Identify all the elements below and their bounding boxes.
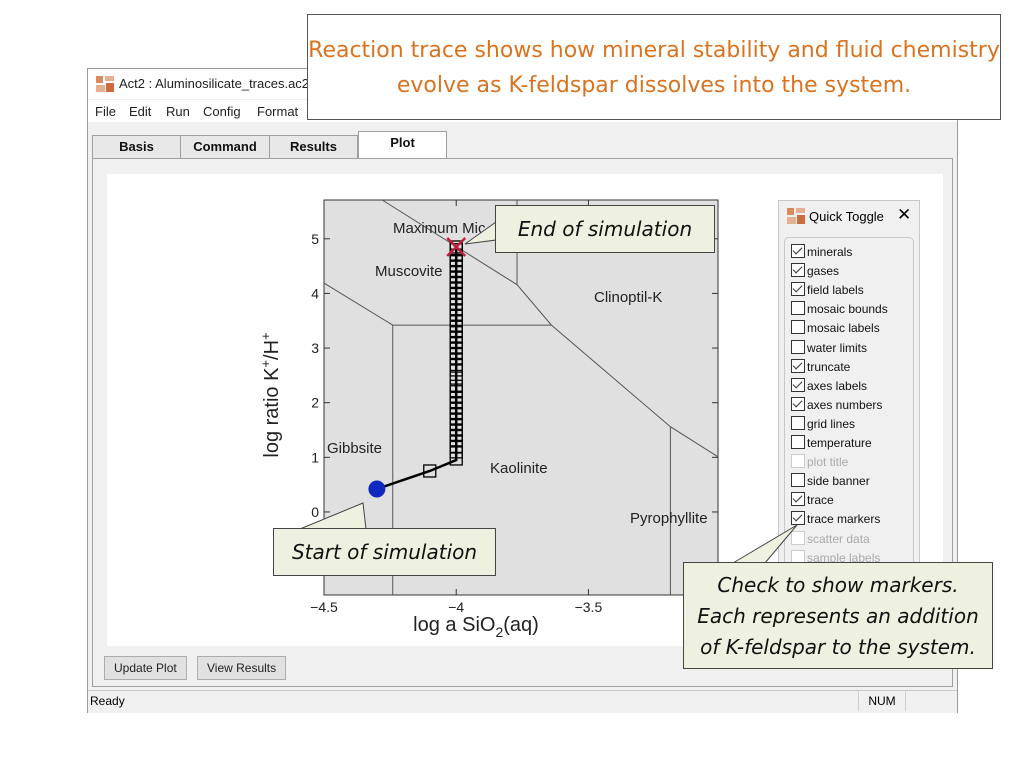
y-tick-label: 1 xyxy=(311,449,319,465)
checkbox xyxy=(791,454,805,469)
field-label: Clinoptil-K xyxy=(594,289,662,306)
toggle-side-banner[interactable]: side banner xyxy=(791,473,870,489)
toggle-plot-title: plot title xyxy=(791,454,848,470)
quick-toggle-panel: Quick Toggle ✕ minerals gases field labels… xyxy=(778,200,920,574)
toggle-label: side banner xyxy=(807,474,870,489)
toggle-label: minerals xyxy=(807,245,853,259)
quick-toggle-title: Quick Toggle xyxy=(809,209,884,224)
checkbox[interactable] xyxy=(791,492,805,507)
markers-callout-line: of K-feldspar to the system. xyxy=(700,635,976,659)
close-icon[interactable]: ✕ xyxy=(897,205,911,225)
toggle-label: gases xyxy=(807,264,840,279)
toggle-minerals[interactable]: minerals xyxy=(791,244,852,260)
toggle-trace[interactable]: trace xyxy=(791,492,834,508)
x-tick-label: −3.5 xyxy=(575,599,603,615)
markers-callout: Check to show markers. Each represents a… xyxy=(683,562,993,669)
toggle-grid-lines[interactable]: grid lines xyxy=(791,415,856,432)
toggle-axes-numbers[interactable]: axes numbers xyxy=(791,396,883,413)
checkbox[interactable] xyxy=(791,301,805,316)
toggle-label: truncate xyxy=(807,359,851,374)
toggle-label: trace markers xyxy=(807,512,881,527)
field-label: Kaolinite xyxy=(490,460,548,477)
toggle-label: scatter data xyxy=(807,531,870,546)
start-of-simulation-callout: Start of simulation xyxy=(273,528,496,576)
toggle-water-limits[interactable]: water limits xyxy=(791,339,868,356)
toggle-scatter-data: scatter data xyxy=(791,530,870,547)
checkbox[interactable] xyxy=(791,244,805,258)
toggle-label: plot title xyxy=(807,455,849,470)
toggle-field-labels[interactable]: field labels xyxy=(791,282,864,298)
x-tick-label: −4 xyxy=(448,599,464,615)
toggle-truncate[interactable]: truncate xyxy=(791,358,851,375)
checkbox xyxy=(791,530,805,545)
field-label: Gibbsite xyxy=(327,440,382,457)
field-label: Muscovite xyxy=(375,263,443,280)
toggle-label: axes numbers xyxy=(807,397,883,412)
checkbox[interactable] xyxy=(791,473,805,488)
checkbox[interactable] xyxy=(791,415,805,430)
toggle-label: mosaic bounds xyxy=(807,302,888,317)
toggle-group: minerals gases field labels mosaic bounds mo… xyxy=(784,237,914,574)
toggle-label: grid lines xyxy=(807,416,856,431)
y-tick-label: 0 xyxy=(311,504,319,520)
checkbox[interactable] xyxy=(791,282,805,297)
y-tick-label: 2 xyxy=(311,395,319,411)
toggle-axes-labels[interactable]: axes labels xyxy=(791,377,868,394)
y-tick-label: 4 xyxy=(311,285,319,301)
toggle-mosaic-labels[interactable]: mosaic labels xyxy=(791,320,880,336)
checkbox[interactable] xyxy=(791,435,805,449)
markers-callout-line: Each represents an addition xyxy=(697,604,979,628)
y-tick-label: 5 xyxy=(311,231,319,247)
field-label: Maximum Mic xyxy=(393,220,486,237)
toggle-label: water limits xyxy=(807,340,868,355)
x-tick-label: −4.5 xyxy=(310,599,338,615)
markers-callout-line: Check to show markers. xyxy=(717,573,959,597)
toggle-label: trace xyxy=(807,493,834,508)
checkbox[interactable] xyxy=(791,320,805,335)
toggle-temperature[interactable]: temperature xyxy=(791,435,872,451)
x-axis-label: log a SiO2(aq) xyxy=(413,614,539,640)
toggle-trace-markers[interactable]: trace markers xyxy=(791,511,880,527)
end-of-simulation-callout: End of simulation xyxy=(495,205,715,253)
toggle-label: mosaic labels xyxy=(807,321,880,336)
toggle-mosaic-bounds[interactable]: mosaic bounds xyxy=(791,301,888,317)
field-label: Pyrophyllite xyxy=(630,510,708,527)
checkbox[interactable] xyxy=(791,263,805,278)
toggle-label: field labels xyxy=(807,283,864,298)
toggle-label: axes labels xyxy=(807,378,868,393)
headline-annotation: Reaction trace shows how mineral stabili… xyxy=(307,14,1001,120)
toggle-gases[interactable]: gases xyxy=(791,263,839,279)
checkbox[interactable] xyxy=(791,358,805,373)
start-point xyxy=(368,480,386,498)
checkbox[interactable] xyxy=(791,339,805,354)
toggle-label: temperature xyxy=(807,436,872,450)
y-axis-label: log ratio K+/H+ xyxy=(258,332,283,457)
y-tick-label: 3 xyxy=(311,340,319,356)
app-logo-icon xyxy=(787,208,805,224)
checkbox[interactable] xyxy=(791,377,805,392)
checkbox[interactable] xyxy=(791,396,805,411)
checkbox[interactable] xyxy=(791,511,805,526)
